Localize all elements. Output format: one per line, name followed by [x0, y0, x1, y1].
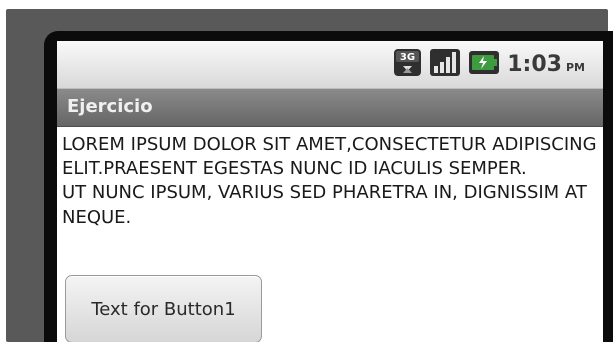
content-paragraph-1: LOREM IPSUM DOLOR SIT AMET,CONSECTETUR A…: [62, 134, 597, 180]
battery-charging-icon: [468, 48, 500, 81]
status-bar: 3G 1:03 PM: [57, 41, 603, 89]
3g-data-icon: 3G: [393, 48, 422, 81]
clock: 1:03 PM: [507, 52, 585, 77]
app-title-bar: Ejercicio: [57, 89, 603, 127]
device-screen: 3G 1:03 PM Ejercicio LOREM IPSUM DOLOR S…: [57, 41, 603, 342]
emulator-screenshot: 3G 1:03 PM Ejercicio LOREM IPSUM DOLOR S…: [0, 0, 613, 342]
clock-time: 1:03: [507, 52, 562, 77]
content-text: LOREM IPSUM DOLOR SIT AMET,CONSECTETUR A…: [62, 133, 597, 230]
app-title: Ejercicio: [67, 96, 153, 117]
network-type-label: 3G: [400, 52, 415, 63]
clock-ampm: PM: [565, 61, 585, 74]
content-paragraph-2: UT NUNC IPSUM, VARIUS SED PHARETRA IN, D…: [62, 182, 587, 228]
signal-bars-icon: [429, 48, 461, 81]
button1[interactable]: Text for Button1: [65, 275, 262, 342]
status-icons: 3G 1:03 PM: [393, 49, 585, 80]
